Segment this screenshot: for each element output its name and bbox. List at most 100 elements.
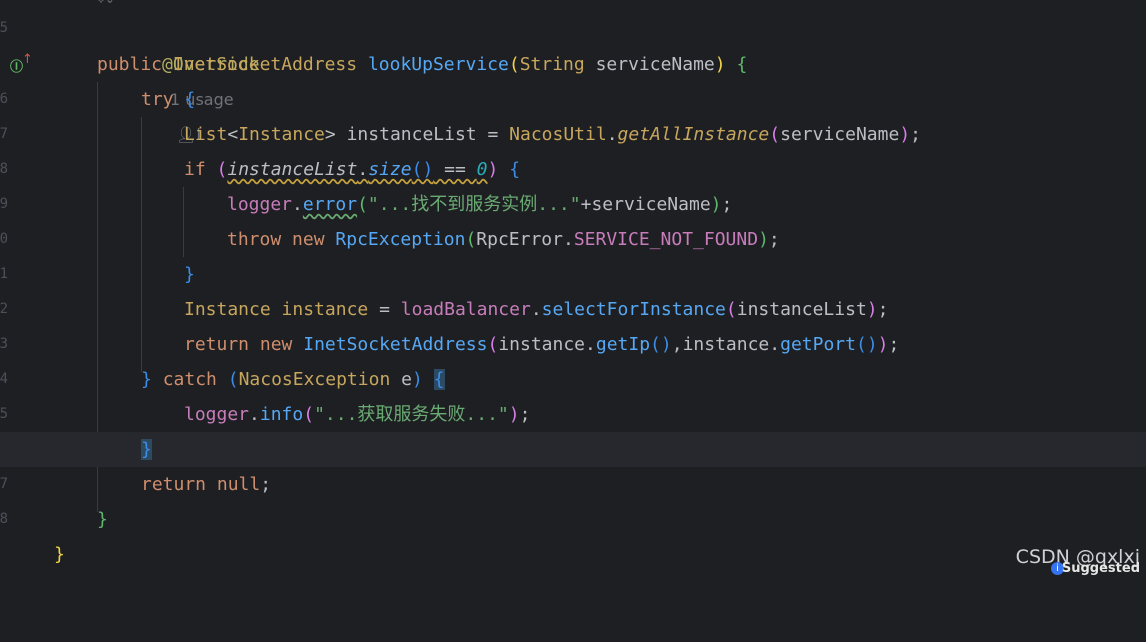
- suggested-badge[interactable]: Suggested: [1062, 561, 1140, 576]
- operator: .: [357, 159, 369, 180]
- brace: {: [736, 54, 748, 75]
- paren: (): [650, 334, 672, 355]
- semicolon: ;: [910, 124, 922, 145]
- keyword: new: [292, 229, 325, 250]
- paren: ): [714, 54, 726, 75]
- paren: (: [227, 369, 239, 390]
- code-line: return null;: [0, 467, 1146, 502]
- operator: .: [249, 404, 260, 425]
- operator: .: [562, 229, 574, 250]
- operator: .: [292, 194, 303, 215]
- paren: (: [725, 299, 737, 320]
- operator: .: [606, 124, 618, 145]
- code-editor[interactable]: 5 6 7 8 9 0 1 2 3 4 5 6 7 8 Ⓘ ↑ ⟡⌄ @Over…: [0, 0, 1146, 576]
- variable: instance: [498, 334, 586, 355]
- brace: }: [141, 369, 152, 390]
- paren: ): [508, 404, 520, 425]
- method-call: getIp: [595, 334, 651, 355]
- number: 0: [476, 159, 488, 180]
- operator: >: [324, 124, 336, 145]
- method-call: selectForInstance: [541, 299, 726, 320]
- string-literal: "...找不到服务实例...": [367, 194, 581, 215]
- code-line: public InetSocketAddress lookUpService(S…: [0, 47, 1146, 82]
- method-call: size: [368, 159, 412, 180]
- semicolon: ;: [768, 229, 780, 250]
- type-name: InetSocketAddress: [172, 54, 358, 75]
- paren: (: [508, 54, 520, 75]
- operator: .: [585, 334, 596, 355]
- semicolon: ;: [519, 404, 531, 425]
- constructor-call: InetSocketAddress: [303, 334, 488, 355]
- current-code-line: }: [0, 432, 1146, 467]
- type-name: List: [184, 124, 228, 145]
- expression: +serviceName: [580, 194, 711, 215]
- brace: }: [184, 264, 195, 285]
- code-line: }: [0, 537, 1146, 572]
- keyword: new: [259, 334, 293, 355]
- argument: serviceName: [780, 124, 900, 145]
- semicolon: ;: [260, 474, 272, 495]
- code-line: List<Instance> instanceList = NacosUtil.…: [0, 117, 1146, 152]
- semicolon: ;: [888, 334, 900, 355]
- method-call: getAllInstance: [617, 124, 770, 145]
- brace: }: [54, 544, 65, 565]
- field: logger: [227, 194, 293, 215]
- semicolon: ;: [721, 194, 733, 215]
- keyword: return: [184, 334, 250, 355]
- variable: instanceList: [346, 124, 477, 145]
- operator: =: [476, 124, 510, 145]
- type-name: Instance: [238, 124, 325, 145]
- type-name: NacosException: [238, 369, 391, 390]
- type-name: String: [519, 54, 585, 75]
- code-line: return new InetSocketAddress(instance.ge…: [0, 327, 1146, 362]
- operator: =: [368, 299, 401, 320]
- keyword: public: [97, 54, 163, 75]
- operator: .: [769, 334, 781, 355]
- field: logger: [184, 404, 250, 425]
- code-line: Instance instance = loadBalancer.selectF…: [0, 292, 1146, 327]
- keyword: return: [141, 474, 207, 495]
- constant: SERVICE_NOT_FOUND: [573, 229, 759, 250]
- type-name: Instance: [184, 299, 271, 320]
- code-line: try {: [0, 82, 1146, 117]
- keyword: if: [184, 159, 206, 180]
- paren: (: [487, 334, 499, 355]
- method-call: error: [302, 194, 358, 215]
- variable: instance: [281, 299, 369, 320]
- variable: instance: [682, 334, 770, 355]
- code-line: if (instanceList.size() == 0) {: [0, 152, 1146, 187]
- brace: {: [509, 159, 521, 180]
- paren: ): [877, 334, 889, 355]
- brace: {: [184, 89, 196, 110]
- method-call: info: [259, 404, 304, 425]
- brace-match: }: [141, 439, 152, 460]
- comma: ,: [671, 334, 683, 355]
- operator: ==: [433, 159, 477, 180]
- paren: ): [487, 159, 499, 180]
- type-name: RpcError: [476, 229, 563, 250]
- brace: }: [97, 509, 108, 530]
- variable: instanceList: [227, 159, 358, 180]
- paren: ): [411, 369, 423, 390]
- paren: (: [465, 229, 477, 250]
- paren: ): [866, 299, 878, 320]
- paren: ): [710, 194, 722, 215]
- paren: (): [855, 334, 878, 355]
- code-line: } catch (NacosException e) {: [0, 362, 1146, 397]
- brace-match: {: [433, 369, 445, 390]
- param-name: serviceName: [595, 54, 715, 75]
- code-line: logger.error("...找不到服务实例..."+serviceName…: [0, 187, 1146, 222]
- semicolon: ;: [877, 299, 889, 320]
- paren: ): [899, 124, 911, 145]
- type-name: NacosUtil: [509, 124, 607, 145]
- method-name: lookUpService: [367, 54, 509, 75]
- keyword: try: [141, 89, 174, 110]
- code-line: }: [0, 257, 1146, 292]
- fold-icon[interactable]: ⟡⌄: [97, 0, 115, 7]
- string-literal: "...获取服务失败...": [314, 404, 509, 425]
- argument: instanceList: [736, 299, 867, 320]
- constructor-call: RpcException: [335, 229, 466, 250]
- field: loadBalancer: [400, 299, 531, 320]
- code-line: logger.info("...获取服务失败...");: [0, 397, 1146, 432]
- method-call: getPort: [780, 334, 856, 355]
